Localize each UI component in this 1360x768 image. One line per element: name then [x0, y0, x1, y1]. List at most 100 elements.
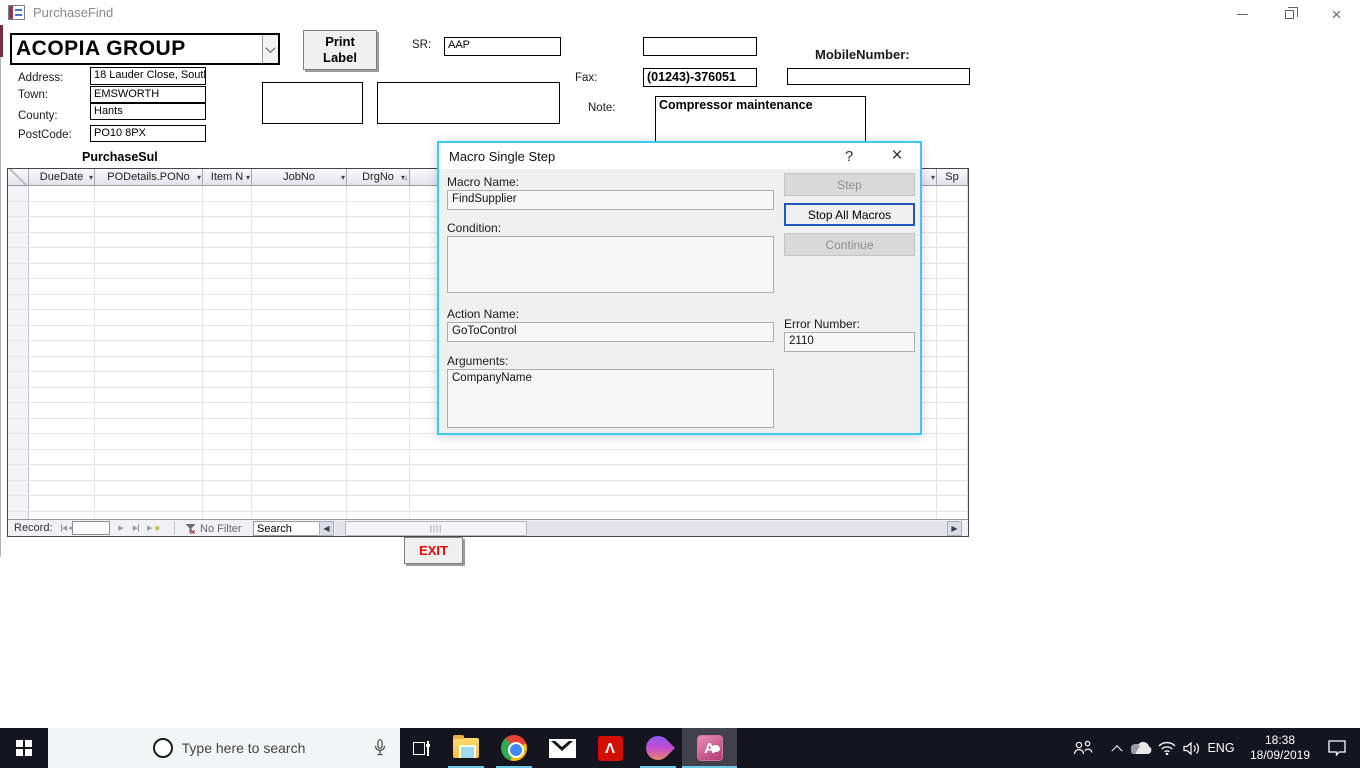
continue-button[interactable]: Continue	[784, 233, 915, 256]
county-field[interactable]: Hants	[90, 103, 206, 120]
table-cell[interactable]	[29, 310, 95, 325]
table-cell[interactable]	[347, 418, 410, 433]
table-cell[interactable]	[347, 217, 410, 232]
table-cell[interactable]	[29, 511, 95, 519]
taskbar-search[interactable]: Type here to search	[48, 728, 400, 768]
table-cell[interactable]	[203, 418, 252, 433]
table-cell[interactable]	[347, 356, 410, 371]
table-cell[interactable]	[937, 186, 968, 201]
table-cell[interactable]	[252, 217, 347, 232]
table-cell[interactable]	[410, 511, 937, 519]
table-cell[interactable]	[937, 232, 968, 247]
table-cell[interactable]	[203, 248, 252, 263]
table-cell[interactable]	[252, 341, 347, 356]
table-cell[interactable]	[410, 449, 937, 464]
hscroll-left-button[interactable]: ◀	[319, 521, 334, 536]
table-cell[interactable]	[203, 403, 252, 418]
table-cell[interactable]	[29, 341, 95, 356]
table-cell[interactable]	[95, 325, 203, 340]
table-cell[interactable]	[252, 511, 347, 519]
company-combobox[interactable]: ACOPIA GROUP	[10, 33, 280, 65]
start-button[interactable]	[0, 728, 48, 768]
exit-button[interactable]: EXIT	[404, 537, 463, 564]
table-cell[interactable]	[203, 263, 252, 278]
stop-all-macros-button[interactable]: Stop All Macros	[784, 203, 915, 226]
row-selector[interactable]	[8, 217, 29, 232]
action-center-button[interactable]	[1320, 728, 1354, 768]
table-cell[interactable]	[95, 294, 203, 309]
table-cell[interactable]	[203, 372, 252, 387]
taskbar-app-access[interactable]: A	[682, 728, 737, 768]
network-button[interactable]	[1153, 728, 1181, 768]
taskbar-app-file-explorer[interactable]	[442, 728, 490, 768]
table-cell[interactable]	[347, 449, 410, 464]
table-cell[interactable]	[95, 496, 203, 511]
table-row[interactable]	[8, 496, 968, 512]
table-cell[interactable]	[29, 372, 95, 387]
row-selector[interactable]	[8, 310, 29, 325]
table-cell[interactable]	[252, 279, 347, 294]
row-selector[interactable]	[8, 387, 29, 402]
postcode-field[interactable]: PO10 8PX	[90, 125, 206, 142]
column-header-PODetails.PONo[interactable]: PODetails.PONo ▾	[95, 169, 203, 185]
table-cell[interactable]	[29, 263, 95, 278]
table-cell[interactable]	[95, 480, 203, 495]
table-row[interactable]	[8, 449, 968, 465]
column-dropdown-icon[interactable]: ▾	[89, 173, 93, 182]
taskbar-app-mail[interactable]	[538, 728, 586, 768]
table-cell[interactable]	[203, 434, 252, 449]
volume-button[interactable]	[1178, 728, 1206, 768]
table-cell[interactable]	[347, 201, 410, 216]
table-cell[interactable]	[29, 434, 95, 449]
table-cell[interactable]	[252, 480, 347, 495]
people-button[interactable]	[1066, 728, 1100, 768]
record-number-box[interactable]	[72, 521, 110, 535]
table-cell[interactable]	[937, 294, 968, 309]
table-cell[interactable]	[252, 186, 347, 201]
table-cell[interactable]	[937, 418, 968, 433]
table-cell[interactable]	[95, 279, 203, 294]
table-cell[interactable]	[29, 418, 95, 433]
row-selector[interactable]	[8, 465, 29, 480]
row-selector[interactable]	[8, 325, 29, 340]
table-cell[interactable]	[252, 465, 347, 480]
table-cell[interactable]	[937, 480, 968, 495]
fax-field[interactable]: (01243)-376051	[643, 68, 757, 87]
combobox-dropdown-button[interactable]	[262, 35, 278, 63]
table-cell[interactable]	[203, 325, 252, 340]
table-cell[interactable]	[252, 356, 347, 371]
table-cell[interactable]	[252, 201, 347, 216]
table-cell[interactable]	[347, 480, 410, 495]
table-cell[interactable]	[347, 294, 410, 309]
no-filter-button[interactable]: No Filter	[180, 521, 247, 536]
table-cell[interactable]	[347, 248, 410, 263]
table-cell[interactable]	[937, 279, 968, 294]
table-cell[interactable]	[203, 217, 252, 232]
table-cell[interactable]	[347, 403, 410, 418]
table-cell[interactable]	[252, 310, 347, 325]
table-cell[interactable]	[937, 387, 968, 402]
table-cell[interactable]	[252, 232, 347, 247]
row-selector[interactable]	[8, 418, 29, 433]
table-cell[interactable]	[347, 232, 410, 247]
table-cell[interactable]	[95, 434, 203, 449]
table-cell[interactable]	[347, 511, 410, 519]
address-field[interactable]: 18 Lauder Close, South	[90, 67, 206, 85]
table-cell[interactable]	[29, 496, 95, 511]
row-selector[interactable]	[8, 403, 29, 418]
table-cell[interactable]	[29, 186, 95, 201]
table-row[interactable]	[8, 480, 968, 496]
town-field[interactable]: EMSWORTH	[90, 86, 206, 103]
table-cell[interactable]	[203, 232, 252, 247]
table-cell[interactable]	[347, 279, 410, 294]
table-cell[interactable]	[252, 294, 347, 309]
table-cell[interactable]	[95, 201, 203, 216]
column-dropdown-icon[interactable]: ▾	[197, 173, 201, 182]
table-cell[interactable]	[29, 449, 95, 464]
table-cell[interactable]	[29, 387, 95, 402]
table-cell[interactable]	[95, 263, 203, 278]
row-selector[interactable]	[8, 480, 29, 495]
table-cell[interactable]	[95, 248, 203, 263]
row-selector[interactable]	[8, 356, 29, 371]
table-cell[interactable]	[95, 465, 203, 480]
